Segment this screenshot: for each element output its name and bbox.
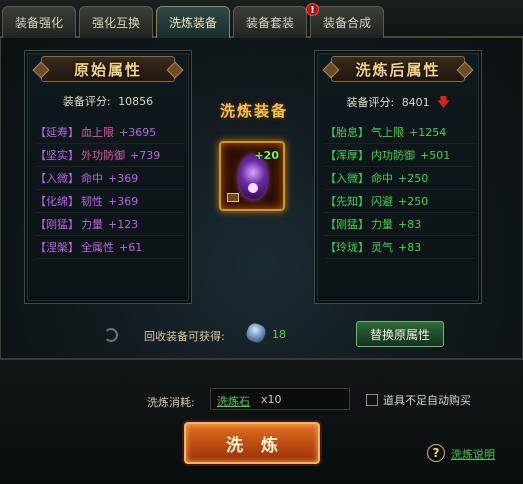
attr-name: 闪避 xyxy=(371,195,393,208)
attr-tag: 【先知】 xyxy=(325,195,369,208)
attr-tag: 【入微】 xyxy=(325,172,369,185)
original-score: 装备评分: 10856 xyxy=(25,93,191,109)
refine-stone-icon xyxy=(244,321,268,345)
attr-value: +3695 xyxy=(119,125,157,139)
score-label: 装备评分: xyxy=(346,96,395,109)
refine-equipment-title: 洗炼装备 xyxy=(219,102,288,120)
attr-tag: 【玲珑】 xyxy=(325,241,369,254)
score-value: 8401 xyxy=(401,96,430,109)
attr-value: +369 xyxy=(108,171,139,185)
help-icon[interactable]: ? xyxy=(427,444,445,462)
recover-count: 18 xyxy=(272,328,286,341)
alert-badge-icon: ! xyxy=(306,3,319,16)
attr-value: +250 xyxy=(398,171,429,185)
replace-attributes-button[interactable]: 替换原属性 xyxy=(356,321,444,347)
tab-bar: 装备强化 强化互换 洗炼装备 装备套装 装备合成 ! xyxy=(0,0,523,38)
refine-help-link[interactable]: 洗炼说明 xyxy=(451,446,495,462)
list-item: 【刚猛】 力量 +123 xyxy=(35,213,185,236)
attr-tag: 【胎息】 xyxy=(325,126,369,139)
recover-row: 回收装备可获得: 18 替换原属性 xyxy=(104,318,444,354)
list-item: 【坚实】 外功防御 +739 xyxy=(35,144,185,167)
cost-field: 洗炼石 x10 xyxy=(210,388,350,410)
arrow-down-icon: 🡇 xyxy=(437,95,450,109)
cost-label: 洗炼消耗: xyxy=(147,396,195,409)
cost-item-link[interactable]: 洗炼石 xyxy=(217,393,250,409)
recover-label: 回收装备可获得: xyxy=(144,330,225,343)
tab-equipment-set[interactable]: 装备套装 xyxy=(233,6,307,38)
attr-tag: 【化绵】 xyxy=(35,195,79,208)
attr-tag: 【入微】 xyxy=(35,172,79,185)
item-plus-level: +20 xyxy=(254,149,279,162)
attr-value: +123 xyxy=(108,217,139,231)
refined-score: 装备评分: 8401 🡇 xyxy=(315,93,481,114)
list-item: 【入微】 命中 +250 xyxy=(325,167,475,190)
tab-equipment-synthesis[interactable]: 装备合成 xyxy=(310,6,384,38)
attr-value: +1254 xyxy=(409,125,447,139)
refine-window: 装备强化 强化互换 洗炼装备 装备套装 装备合成 ! 原始属性 装备评分: 10… xyxy=(0,0,523,484)
score-label: 装备评分: xyxy=(62,95,111,108)
attr-name: 韧性 xyxy=(81,195,103,208)
attr-value: +83 xyxy=(398,240,422,254)
attr-name: 力量 xyxy=(371,218,393,231)
autobuy-checkbox[interactable] xyxy=(366,394,378,406)
attr-value: +61 xyxy=(119,240,143,254)
refined-attr-list: 【胎息】 气上限 +1254 【浑厚】 内功防御 +501 【入微】 命中 +2… xyxy=(325,121,475,259)
refine-button[interactable]: 洗炼 xyxy=(184,422,320,464)
list-item: 【先知】 闪避 +250 xyxy=(325,190,475,213)
list-item: 【浑厚】 内功防御 +501 xyxy=(325,144,475,167)
attr-name: 灵气 xyxy=(371,241,393,254)
attr-tag: 【刚猛】 xyxy=(325,218,369,231)
tab-refine-equipment[interactable]: 洗炼装备 xyxy=(156,6,230,38)
original-attr-list: 【延寿】 血上限 +3695 【坚实】 外功防御 +739 【入微】 命中 +3… xyxy=(35,121,185,259)
attr-tag: 【坚实】 xyxy=(35,149,79,162)
tab-enhance-swap[interactable]: 强化互换 xyxy=(79,6,153,38)
list-item: 【入微】 命中 +369 xyxy=(35,167,185,190)
tab-equipment-enhance[interactable]: 装备强化 xyxy=(2,6,76,38)
attr-value: +250 xyxy=(398,194,429,208)
attr-name: 外功防御 xyxy=(81,149,125,162)
list-item: 【化绵】 韧性 +369 xyxy=(35,190,185,213)
attr-name: 力量 xyxy=(81,218,103,231)
attr-tag: 【刚猛】 xyxy=(35,218,79,231)
autobuy-option[interactable]: 道具不足自动购买 xyxy=(366,392,471,408)
attr-value: +369 xyxy=(108,194,139,208)
refined-attributes-panel: 洗炼后属性 装备评分: 8401 🡇 【胎息】 气上限 +1254 【浑厚】 内… xyxy=(314,50,482,304)
list-item: 【玲珑】 灵气 +83 xyxy=(325,236,475,259)
attr-name: 气上限 xyxy=(371,126,404,139)
score-value: 10856 xyxy=(118,95,154,108)
attr-name: 命中 xyxy=(371,172,393,185)
attr-value: +83 xyxy=(398,217,422,231)
attr-value: +501 xyxy=(420,148,451,162)
bound-chest-icon xyxy=(227,193,239,202)
cost-quantity: x10 xyxy=(261,393,282,406)
attr-tag: 【延寿】 xyxy=(35,126,79,139)
original-attributes-title: 原始属性 xyxy=(41,56,175,82)
original-attributes-panel: 原始属性 装备评分: 10856 【延寿】 血上限 +3695 【坚实】 外功防… xyxy=(24,50,192,304)
attr-name: 内功防御 xyxy=(371,149,415,162)
refined-attributes-title: 洗炼后属性 xyxy=(331,56,465,82)
list-item: 【延寿】 血上限 +3695 xyxy=(35,121,185,144)
attr-name: 血上限 xyxy=(81,126,114,139)
autobuy-label: 道具不足自动购买 xyxy=(383,394,471,407)
attr-name: 全属性 xyxy=(81,241,114,254)
list-item: 【刚猛】 力量 +83 xyxy=(325,213,475,236)
list-item: 【胎息】 气上限 +1254 xyxy=(325,121,475,144)
attr-value: +739 xyxy=(130,148,161,162)
loading-icon xyxy=(104,328,118,342)
attr-tag: 【浑厚】 xyxy=(325,149,369,162)
attr-name: 命中 xyxy=(81,172,103,185)
equipment-slot[interactable]: +20 xyxy=(219,141,285,211)
attr-tag: 【涅槃】 xyxy=(35,241,79,254)
list-item: 【涅槃】 全属性 +61 xyxy=(35,236,185,259)
